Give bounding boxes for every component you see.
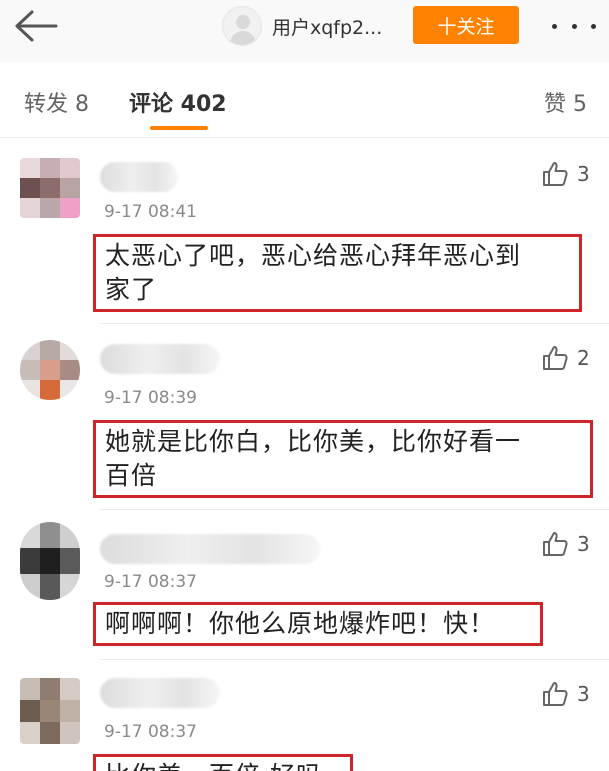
tab-comments[interactable]: 评论 402	[129, 86, 227, 118]
list-item: 9-17 08:41 3 太恶心了吧，恶心给恶心拜年恶心到 家了	[0, 138, 609, 324]
tab-bar: 转发 8 评论 402 赞 5	[0, 62, 609, 138]
like-count: 2	[577, 346, 590, 370]
comment-time: 9-17 08:41	[104, 202, 197, 222]
comment-text: 啊啊啊！你他么原地爆炸吧！快！	[93, 602, 543, 646]
user-chip[interactable]: 用户xqfp2...	[222, 6, 383, 46]
back-button[interactable]	[12, 8, 60, 44]
list-item: 9-17 08:37 3 比你美一百倍 好吗	[0, 660, 609, 771]
username-blurred[interactable]	[100, 678, 220, 708]
top-bar: 用户xqfp2... 十关注	[0, 0, 609, 62]
tab-forward[interactable]: 转发 8	[24, 86, 89, 118]
comment-text-line: 她就是比你白，比你美，比你好看一	[105, 427, 522, 456]
active-tab-indicator	[150, 126, 208, 130]
avatar[interactable]	[20, 158, 80, 218]
comment-text-line: 啊啊啊！你他么原地爆炸吧！快！	[105, 609, 496, 638]
comment-text: 她就是比你白，比你美，比你好看一 百倍	[93, 420, 593, 498]
comment-text-line: 家了	[105, 275, 158, 304]
like-count: 3	[577, 162, 590, 186]
back-arrow-icon	[15, 10, 58, 42]
like-button[interactable]: 3	[541, 680, 590, 708]
avatar[interactable]	[20, 678, 80, 744]
username-blurred[interactable]	[100, 344, 220, 374]
username-blurred[interactable]	[100, 534, 320, 564]
comment-time: 9-17 08:37	[104, 572, 197, 592]
user-avatar-icon	[222, 6, 262, 46]
list-item: 9-17 08:37 3 啊啊啊！你他么原地爆炸吧！快！	[0, 510, 609, 660]
avatar[interactable]	[20, 522, 80, 600]
comment-text-line: 比你美一百倍 好吗	[105, 759, 341, 771]
avatar[interactable]	[20, 340, 80, 400]
like-count: 3	[577, 682, 590, 706]
like-count: 3	[577, 532, 590, 556]
comment-text-line: 太恶心了吧，恶心给恶心拜年恶心到	[105, 241, 522, 270]
like-button[interactable]: 2	[541, 344, 590, 372]
comment-text: 比你美一百倍 好吗	[93, 754, 353, 771]
comment-time: 9-17 08:37	[104, 722, 197, 742]
user-name: 用户xqfp2...	[272, 16, 383, 39]
like-button[interactable]: 3	[541, 160, 590, 188]
comment-text-line: 百倍	[105, 461, 158, 490]
thumbs-up-icon	[543, 162, 568, 186]
thumbs-up-icon	[543, 682, 568, 706]
comment-time: 9-17 08:39	[104, 388, 197, 408]
more-options-icon[interactable]	[552, 12, 596, 40]
thumbs-up-icon	[543, 532, 568, 556]
tab-likes[interactable]: 赞 5	[544, 86, 587, 118]
thumbs-up-icon	[543, 346, 568, 370]
like-button[interactable]: 3	[541, 530, 590, 558]
username-blurred[interactable]	[100, 162, 178, 192]
comment-text: 太恶心了吧，恶心给恶心拜年恶心到 家了	[93, 234, 582, 312]
list-item: 9-17 08:39 2 她就是比你白，比你美，比你好看一 百倍	[0, 324, 609, 510]
follow-button[interactable]: 十关注	[413, 6, 519, 44]
